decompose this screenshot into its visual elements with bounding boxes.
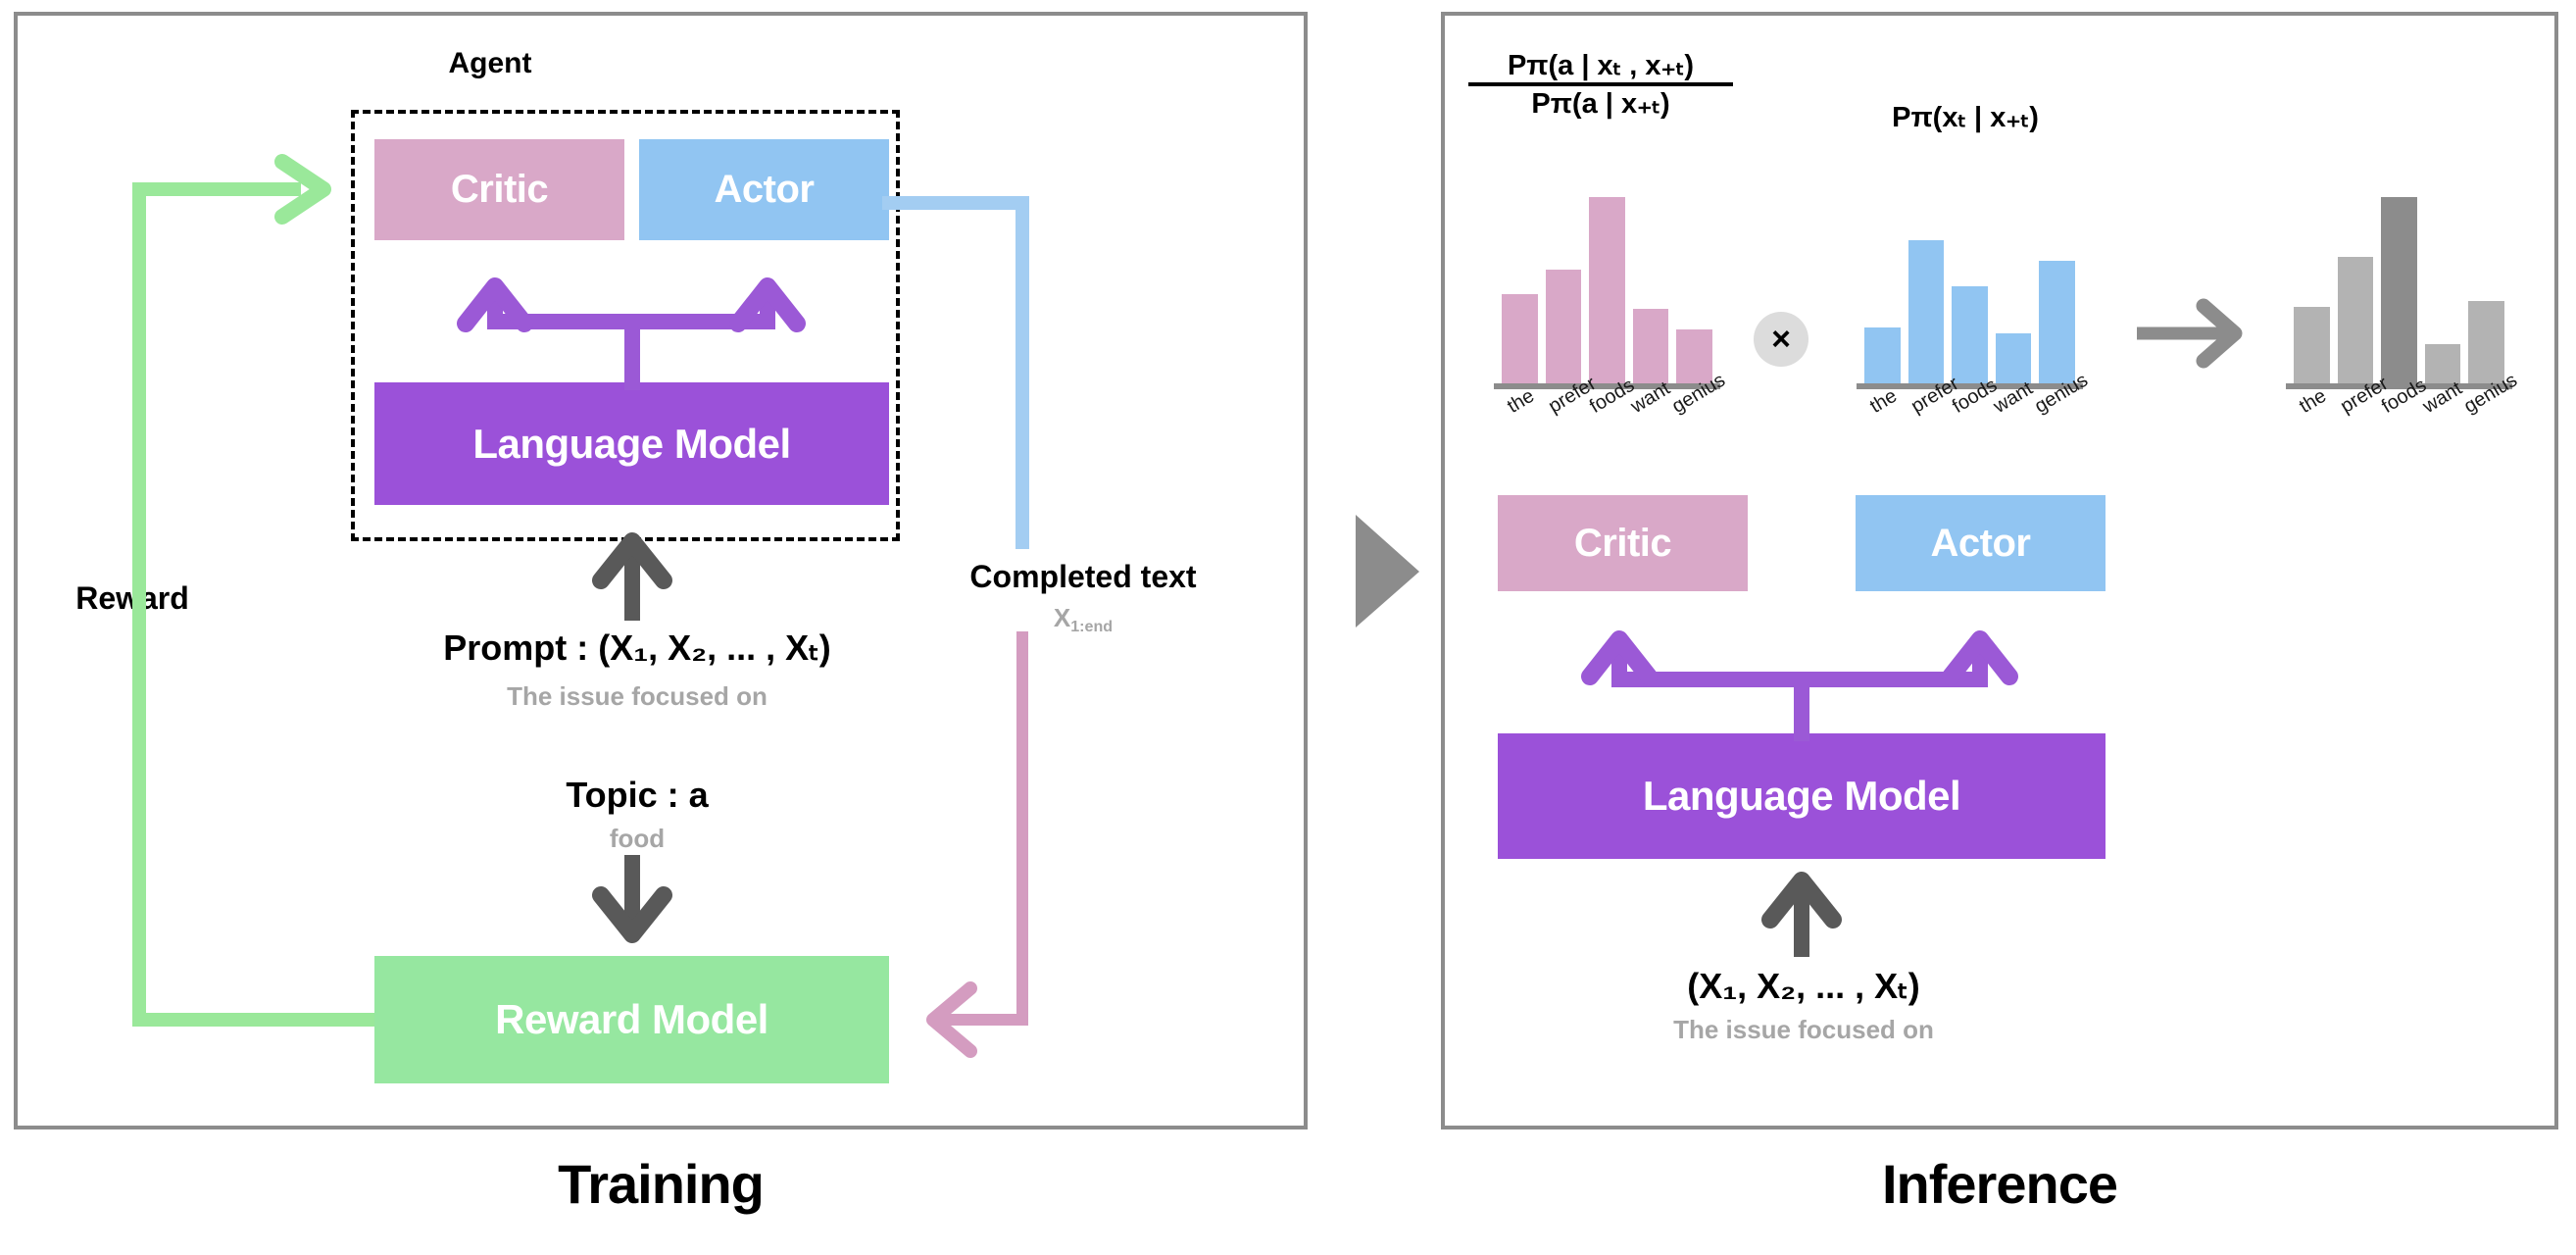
combined-bar-group xyxy=(2294,197,2504,383)
bar xyxy=(1545,270,1582,383)
inference-input-label: (X₁, X₂, ... , Xₜ) xyxy=(1687,966,1920,1006)
topic-sub-caption: food xyxy=(609,824,666,853)
critic-bar-chart: the prefer foods want genius xyxy=(1494,197,1729,418)
bar xyxy=(2424,344,2461,383)
bar xyxy=(1995,332,2032,383)
bar xyxy=(2337,256,2374,383)
inference-language-model-block: Language Model xyxy=(1498,733,2105,859)
prompt-sub-caption: The issue focused on xyxy=(507,681,768,711)
critic-bar-group xyxy=(1502,197,1712,383)
bar-tick-label: the xyxy=(1866,384,1902,418)
bar xyxy=(1632,309,1669,383)
completed-text-symbol: X xyxy=(1053,603,1071,632)
critic-formula: Pπ(a | xₜ , x₊ₜ) Pπ(a | x₊ₜ) xyxy=(1468,51,1733,120)
critic-formula-denominator: Pπ(a | x₊ₜ) xyxy=(1531,88,1670,121)
bar xyxy=(2381,197,2417,383)
multiply-icon: × xyxy=(1754,312,1808,367)
actor-formula: Pπ(xₜ | x₊ₜ) xyxy=(1892,102,2039,133)
inference-caption: Inference xyxy=(1882,1153,2118,1215)
bar xyxy=(2039,260,2075,383)
bar xyxy=(1952,286,1988,383)
training-language-model-block: Language Model xyxy=(374,382,889,505)
inference-actor-block: Actor xyxy=(1856,495,2105,591)
transition-triangle-icon xyxy=(1356,515,1419,628)
agent-label: Agent xyxy=(448,47,532,79)
combined-bar-chart: the prefer foods want genius xyxy=(2286,197,2521,418)
actor-chart-ticks: the prefer foods want genius xyxy=(1864,370,2092,456)
bar xyxy=(2294,307,2330,383)
prompt-label: Prompt : (X₁, X₂, ... , Xₜ) xyxy=(443,628,831,668)
bar xyxy=(2468,301,2504,383)
combined-chart-ticks: the prefer foods want genius xyxy=(2294,370,2521,456)
critic-formula-numerator: Pπ(a | xₜ , x₊ₜ) xyxy=(1468,51,1733,87)
reward-label: Reward xyxy=(75,580,189,616)
training-actor-block: Actor xyxy=(639,139,889,240)
inference-input-sub-caption: The issue focused on xyxy=(1673,1015,1934,1044)
inference-critic-block: Critic xyxy=(1498,495,1748,591)
actor-bar-chart: the prefer foods want genius xyxy=(1857,211,2092,418)
training-reward-model-block: Reward Model xyxy=(374,956,889,1083)
bar-tick-label: the xyxy=(1504,384,1539,418)
bar xyxy=(1907,239,1945,383)
topic-label: Topic : a xyxy=(566,775,709,815)
critic-chart-ticks: the prefer foods want genius xyxy=(1502,370,1729,456)
training-critic-block: Critic xyxy=(374,139,624,240)
actor-bar-group xyxy=(1864,197,2075,383)
bar xyxy=(1502,293,1538,383)
completed-text-index: 1:end xyxy=(1070,617,1114,635)
figure-canvas: Agent Critic Actor Language Model Reward… xyxy=(0,0,2576,1255)
bar-tick-label: the xyxy=(2296,384,2331,418)
bar xyxy=(1589,197,1625,383)
bar xyxy=(1864,327,1901,383)
training-caption: Training xyxy=(558,1153,765,1215)
completed-text-label: Completed text xyxy=(969,559,1197,594)
